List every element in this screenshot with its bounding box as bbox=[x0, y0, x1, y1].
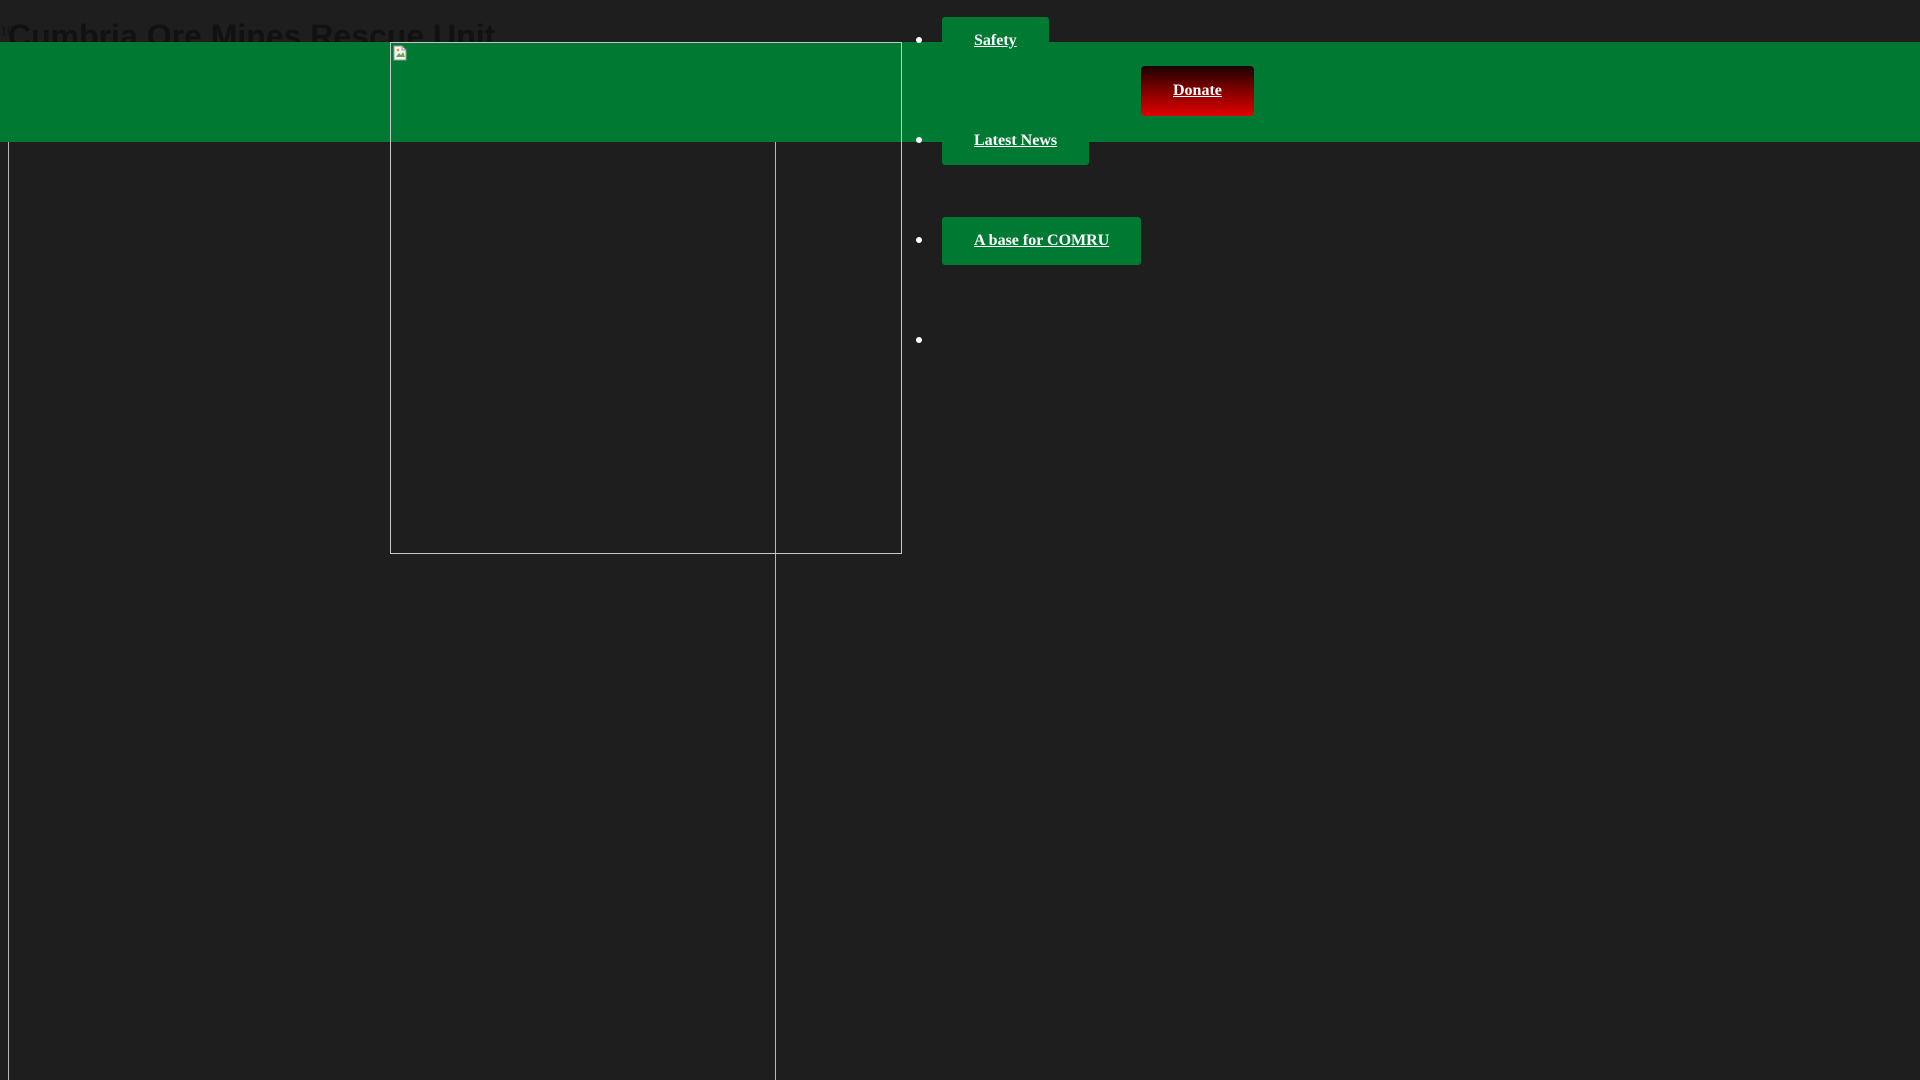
nav-bullet bbox=[916, 37, 922, 43]
nav-bullet bbox=[916, 137, 922, 143]
broken-image-icon bbox=[393, 45, 407, 61]
left-column-border bbox=[8, 142, 9, 1080]
nav-link-latest-news[interactable]: Latest News bbox=[942, 117, 1090, 165]
header-small-text: 10 bbox=[0, 24, 14, 39]
nav-link-safety[interactable]: Safety bbox=[942, 17, 1049, 65]
nav-bullet bbox=[916, 337, 922, 343]
donate-button[interactable]: Donate bbox=[1141, 66, 1254, 116]
site-logo-image[interactable] bbox=[390, 42, 902, 554]
nav-link-base-for-comru[interactable]: A base for COMRU bbox=[942, 217, 1142, 265]
nav-bullet bbox=[916, 237, 922, 243]
